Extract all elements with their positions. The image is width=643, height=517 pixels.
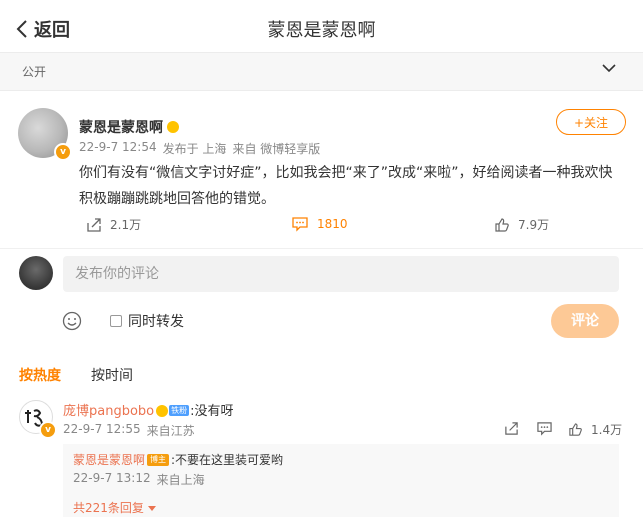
- reply-text: :不要在这里装可爱哟: [171, 453, 284, 467]
- more-replies-link[interactable]: 共221条回复: [73, 499, 156, 516]
- post-source: 来自 微博轻享版: [232, 142, 321, 156]
- visibility-row[interactable]: [0, 53, 643, 91]
- comment-location: 来自江苏: [146, 424, 195, 438]
- tab-hot[interactable]: 按热度: [19, 365, 61, 385]
- member-badge-icon: [167, 121, 179, 133]
- emoji-icon[interactable]: [62, 311, 82, 331]
- reply-author[interactable]: 蒙恩是蒙恩啊: [73, 453, 145, 467]
- share-icon: [87, 217, 101, 232]
- comment-count: 1810: [317, 217, 348, 231]
- my-avatar: [19, 256, 53, 290]
- fans-badge: 铁粉: [169, 405, 190, 416]
- divider: [0, 248, 643, 249]
- like-button[interactable]: 7.9万: [494, 216, 549, 233]
- repost-button[interactable]: 2.1万: [86, 216, 141, 233]
- more-replies-label: 共221条回复: [73, 501, 144, 515]
- reply-time: 22-9-7 13:12: [73, 471, 151, 485]
- commenter-name[interactable]: 庞博pangbobo: [63, 404, 154, 419]
- comment-icon[interactable]: [536, 421, 553, 436]
- tab-time[interactable]: 按时间: [91, 365, 133, 385]
- repost-label: 同时转发: [128, 314, 184, 330]
- author-name[interactable]: 蒙恩是蒙恩啊: [79, 117, 163, 137]
- caret-down-icon: [147, 505, 156, 511]
- chevron-down-icon[interactable]: [602, 63, 616, 73]
- submit-comment-button[interactable]: 评论: [551, 304, 619, 338]
- checkbox-icon[interactable]: [110, 315, 122, 327]
- page-title: 蒙恩是蒙恩啊: [267, 20, 376, 41]
- comment-like-button[interactable]: 1.4万: [568, 421, 622, 438]
- follow-button[interactable]: +关注: [556, 109, 626, 135]
- commenter-verified-icon: v: [39, 421, 57, 439]
- comment-text: :没有呀: [190, 404, 234, 419]
- member-badge-icon: [156, 404, 169, 417]
- post-location: 发布于 上海: [162, 142, 227, 156]
- comment-time: 22-9-7 12:55: [63, 422, 141, 436]
- repost-count: 2.1万: [110, 218, 142, 232]
- reply-location: 来自上海: [156, 473, 205, 487]
- thumbs-up-icon: [495, 217, 509, 232]
- like-count: 7.9万: [518, 218, 550, 232]
- post-text: 你们有没有“微信文字讨好症”，比如我会把“来了”改成“来啦”，好给阅读者一种我欢…: [79, 165, 613, 207]
- thumbs-up-icon: [569, 423, 582, 436]
- verified-badge-icon: v: [54, 143, 72, 161]
- visibility-label: 公开: [22, 65, 47, 79]
- post-time: 22-9-7 12:54: [79, 140, 157, 154]
- blogger-badge: 博主: [147, 453, 170, 466]
- comment-button[interactable]: 1810: [291, 216, 348, 232]
- comment-like-count: 1.4万: [591, 423, 623, 437]
- repost-checkbox[interactable]: 同时转发: [110, 311, 184, 331]
- share-icon[interactable]: [504, 421, 519, 436]
- comment-input[interactable]: 发布你的评论: [63, 256, 619, 292]
- comment-icon: [292, 217, 308, 232]
